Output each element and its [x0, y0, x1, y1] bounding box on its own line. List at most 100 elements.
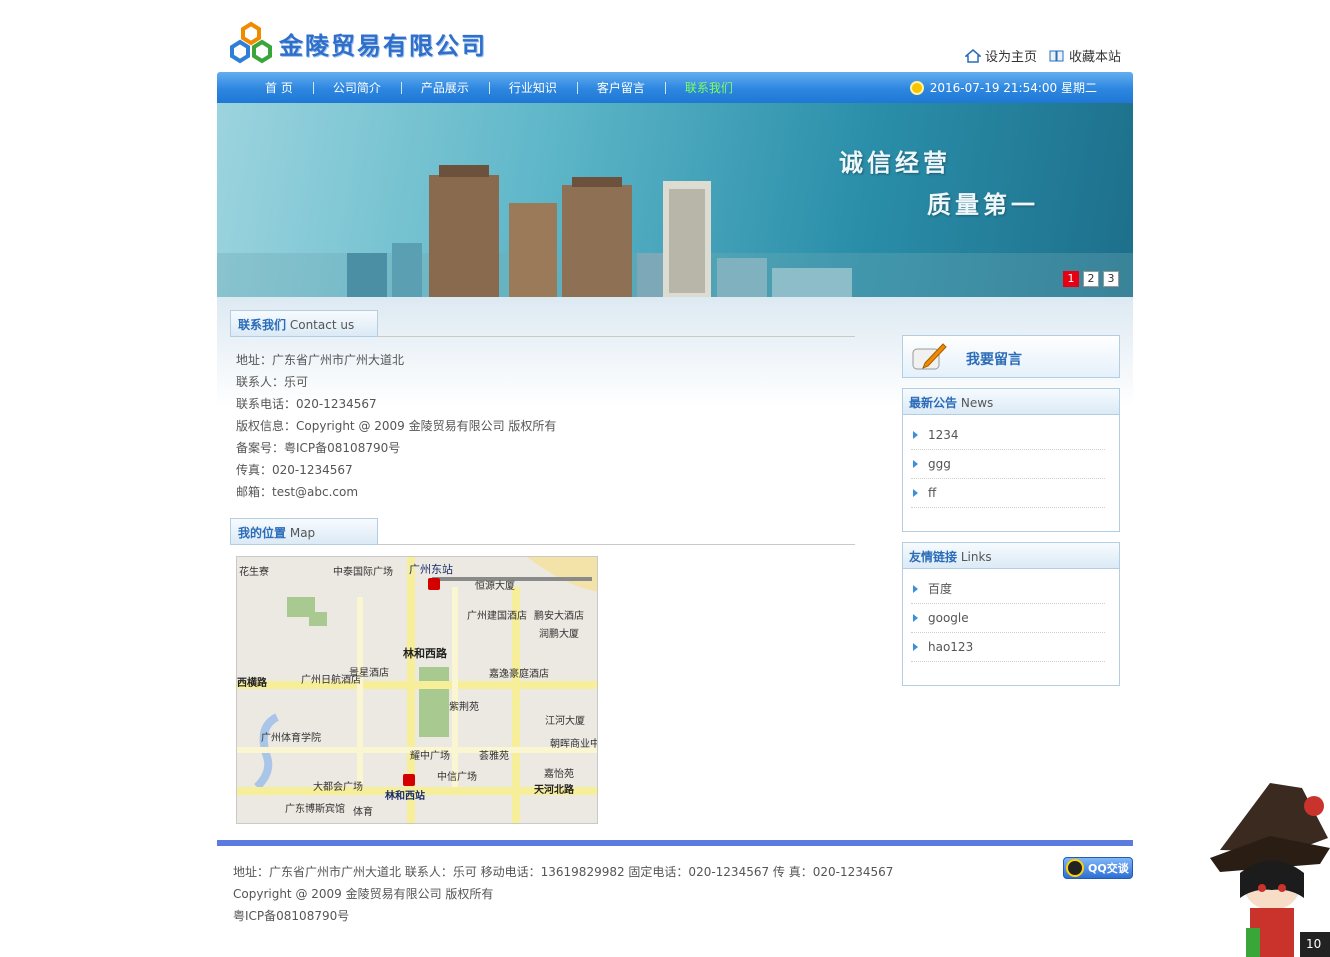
nav-item-guestbook[interactable]: 客户留言	[576, 79, 665, 96]
qq-chat-label: QQ交谈	[1088, 862, 1129, 875]
map-tab: 我的位置 Map	[230, 518, 378, 545]
company-name: 金陵贸易有限公司	[279, 31, 487, 60]
contact-title-en: Contact us	[289, 318, 355, 332]
banner-slogan-2: 质量第一	[927, 191, 1039, 219]
footer-icp: 粤ICP备08108790号	[233, 909, 350, 923]
map-title-en: Map	[289, 526, 316, 540]
contact-address: 地址：广东省广州市广州大道北	[236, 353, 405, 367]
map-label: 润鹏大厦	[539, 627, 579, 640]
contact-phone: 联系电话：020-1234567	[236, 397, 377, 411]
contact-copyright: 版权信息：Copyright @ 2009 金陵贸易有限公司 版权所有	[236, 419, 557, 433]
map-label: 中信广场	[437, 770, 477, 783]
company-logo[interactable]: 金陵贸易有限公司	[229, 20, 487, 66]
footer-info: 地址：广东省广州市广州大道北 联系人：乐可 移动电话：13619829982 固…	[233, 861, 893, 927]
news-title-cn: 最新公告	[909, 396, 958, 410]
top-links: 设为主页 收藏本站	[964, 46, 1121, 65]
links-list: 百度 google hao123	[903, 569, 1119, 672]
nav-item-home[interactable]: 首 页	[245, 79, 313, 96]
map-label: 中泰国际广场	[333, 565, 393, 578]
map-label: 花生寮	[239, 565, 269, 578]
home-icon	[964, 48, 981, 63]
banner-page-2[interactable]: 2	[1083, 271, 1099, 287]
banner-slideshow[interactable]: 诚信经营 质量第一 1 2 3	[217, 103, 1133, 297]
contact-icp: 备案号：粤ICP备08108790号	[236, 441, 401, 455]
footer-copyright: Copyright @ 2009 金陵贸易有限公司 版权所有	[233, 887, 494, 901]
leave-message-button[interactable]: 我要留言	[902, 335, 1120, 378]
contact-info: 地址：广东省广州市广州大道北 联系人：乐可 联系电话：020-1234567 版…	[236, 349, 556, 503]
news-item[interactable]: ggg	[911, 450, 1105, 479]
news-box: 最新公告 News 1234 ggg ff	[902, 388, 1120, 532]
contact-tab: 联系我们 Contact us	[230, 310, 378, 337]
news-header: 最新公告 News	[903, 389, 1119, 415]
datetime-text: 2016-07-19 21:54:00 星期二	[929, 81, 1097, 95]
links-title-cn: 友情链接	[909, 550, 958, 564]
pencil-icon	[912, 343, 947, 370]
bookmark-label: 收藏本站	[1068, 50, 1121, 65]
nav-item-about[interactable]: 公司简介	[312, 79, 401, 96]
map-label: 嘉怡苑	[544, 767, 574, 780]
link-item[interactable]: hao123	[911, 633, 1105, 662]
mascot-counter: 10	[1300, 932, 1330, 957]
link-item[interactable]: google	[911, 604, 1105, 633]
map-label: 西横路	[237, 676, 268, 689]
map-title-cn: 我的位置	[238, 526, 287, 540]
news-list: 1234 ggg ff	[903, 415, 1119, 518]
map-label: 恒源大厦	[475, 579, 515, 592]
qq-chat-button[interactable]: QQ交谈	[1063, 857, 1133, 879]
contact-section-header: 联系我们 Contact us	[230, 310, 855, 337]
map-label: 鹏安大酒店	[534, 609, 584, 622]
map-label: 大都会广场	[313, 780, 363, 793]
datetime-display: 2016-07-19 21:54:00 星期二	[909, 79, 1097, 96]
map-label: 广州日航酒店	[301, 673, 361, 686]
map-label: 天河北路	[534, 783, 575, 796]
nav-list: 首 页 公司简介 产品展示 行业知识 客户留言 联系我们	[245, 72, 753, 103]
contact-fax: 传真：020-1234567	[236, 463, 353, 477]
map-label: 嘉逸豪庭酒店	[489, 667, 549, 680]
main-nav: 首 页 公司简介 产品展示 行业知识 客户留言 联系我们 2016-07-19 …	[217, 72, 1133, 103]
map-label: 林和西站	[385, 789, 425, 802]
footer-contact: 地址：广东省广州市广州大道北 联系人：乐可 移动电话：13619829982 固…	[233, 865, 894, 879]
logo-icon	[230, 21, 272, 64]
location-map[interactable]: 花生寮 中泰国际广场 广州东站 恒源大厦 林和西路 广州建国酒店 鹏安大酒店 润…	[236, 556, 598, 824]
link-item[interactable]: 百度	[911, 575, 1105, 604]
nav-item-products[interactable]: 产品展示	[400, 79, 489, 96]
map-label: 广州体育学院	[261, 731, 321, 744]
qq-penguin-icon	[1066, 859, 1084, 877]
map-label: 朝晖商业中心	[550, 737, 598, 750]
news-item[interactable]: ff	[911, 479, 1105, 508]
nav-item-industry[interactable]: 行业知识	[488, 79, 577, 96]
banner-pager: 1 2 3	[1063, 271, 1119, 287]
contact-person: 联系人：乐可	[236, 375, 309, 389]
map-label: 江河大厦	[545, 714, 585, 727]
map-section-header: 我的位置 Map	[230, 518, 855, 545]
contact-title-cn: 联系我们	[238, 318, 287, 332]
set-home-label: 设为主页	[984, 50, 1037, 65]
map-label: 荟雅苑	[479, 749, 509, 762]
section-divider	[378, 336, 855, 337]
links-box: 友情链接 Links 百度 google hao123	[902, 542, 1120, 686]
banner-page-3[interactable]: 3	[1103, 271, 1119, 287]
clock-icon	[909, 80, 924, 95]
banner-page-1[interactable]: 1	[1063, 271, 1079, 287]
map-label: 林和西路	[403, 646, 448, 660]
bookmark-link[interactable]: 收藏本站	[1049, 46, 1121, 65]
set-home-link[interactable]: 设为主页	[964, 46, 1037, 65]
leave-message-label: 我要留言	[966, 352, 1022, 368]
links-header: 友情链接 Links	[903, 543, 1119, 569]
mascot-character-image[interactable]	[1210, 778, 1330, 957]
map-label: 广东博斯宾馆	[285, 802, 345, 815]
page: 金陵贸易有限公司 设为主页 收藏本站 首 页 公司简介 产品展示 行业知识 客户…	[0, 0, 1330, 957]
news-title-en: News	[960, 396, 994, 410]
news-item[interactable]: 1234	[911, 421, 1105, 450]
map-label: 耀中广场	[410, 749, 450, 762]
links-title-en: Links	[960, 550, 992, 564]
contact-email: 邮箱：test@abc.com	[236, 485, 359, 499]
book-icon	[1049, 50, 1064, 61]
nav-item-contact[interactable]: 联系我们	[664, 79, 753, 96]
map-label: 广州东站	[409, 562, 453, 576]
map-label: 体育	[353, 805, 373, 818]
banner-slogan-1: 诚信经营	[839, 149, 951, 177]
footer-divider	[217, 840, 1133, 846]
section-divider	[378, 544, 855, 545]
map-label: 广州建国酒店	[467, 609, 527, 622]
